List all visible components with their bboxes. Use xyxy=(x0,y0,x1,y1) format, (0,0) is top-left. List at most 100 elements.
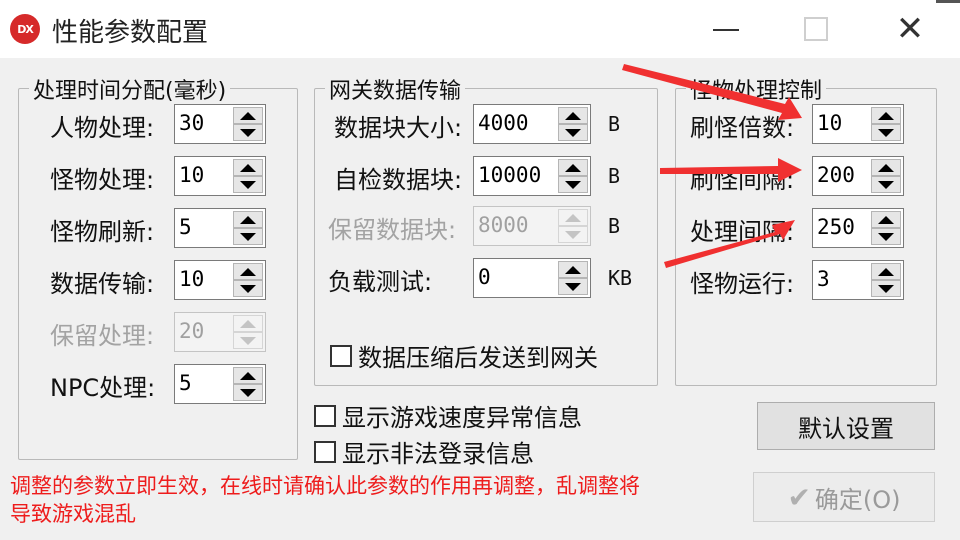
spin-down-icon[interactable] xyxy=(233,228,263,245)
spinner-value: 20 xyxy=(179,319,205,343)
spin-up-icon xyxy=(233,315,263,332)
self-check-block-spinner[interactable]: 10000 xyxy=(473,156,591,196)
spin-up-icon[interactable] xyxy=(233,263,263,280)
monster-processing-spinner[interactable]: 10 xyxy=(174,156,266,196)
spin-up-icon[interactable] xyxy=(871,263,901,280)
label-self-check-block: 自检数据块: xyxy=(334,166,463,194)
player-processing-spinner[interactable]: 30 xyxy=(174,104,266,144)
spinner-value: 8000 xyxy=(478,213,529,237)
group-title: 处理时间分配(毫秒) xyxy=(29,73,231,105)
spinner-value[interactable]: 0 xyxy=(478,265,491,289)
spin-up-icon[interactable] xyxy=(233,211,263,228)
spinner-value[interactable]: 10000 xyxy=(478,163,541,187)
button-label: 默认设置 xyxy=(798,414,894,443)
checkbox-label: 显示游戏速度异常信息 xyxy=(342,404,582,432)
title-bar: DX 性能参数配置 ✕ xyxy=(0,0,960,58)
spin-down-icon xyxy=(233,332,263,349)
checkbox-label: 显示非法登录信息 xyxy=(342,440,534,468)
warning-message: 调整的参数立即生效，在线时请确认此参数的作用再调整，乱调整将导致游戏混乱 xyxy=(10,474,640,526)
label-spawn-multiplier: 刷怪倍数: xyxy=(690,114,795,142)
spin-down-icon[interactable] xyxy=(871,124,901,141)
spin-down-icon[interactable] xyxy=(233,124,263,141)
label-monster-processing: 怪物处理: xyxy=(50,166,155,194)
monster-run-spinner[interactable]: 3 xyxy=(812,260,904,300)
label-monster-refresh: 怪物刷新: xyxy=(50,218,155,246)
spin-up-icon[interactable] xyxy=(233,367,263,384)
spinner-value[interactable]: 3 xyxy=(817,267,830,291)
spin-up-icon[interactable] xyxy=(558,107,588,124)
spinner-value[interactable]: 10 xyxy=(817,111,842,135)
spawn-interval-spinner[interactable]: 200 xyxy=(812,156,904,196)
unit-label: B xyxy=(608,164,621,188)
checkbox-box[interactable] xyxy=(314,404,336,427)
spin-up-icon[interactable] xyxy=(558,261,588,278)
spinner-value[interactable]: 10 xyxy=(179,163,204,187)
load-test-spinner[interactable]: 0 xyxy=(473,258,591,298)
spinner-value[interactable]: 30 xyxy=(179,111,204,135)
spin-down-icon[interactable] xyxy=(233,384,263,401)
group-title: 网关数据传输 xyxy=(325,73,466,105)
spin-up-icon xyxy=(558,209,588,226)
spin-up-icon[interactable] xyxy=(558,159,588,176)
spin-down-icon[interactable] xyxy=(871,176,901,193)
close-button[interactable]: ✕ xyxy=(880,8,940,50)
spin-up-icon[interactable] xyxy=(233,107,263,124)
spinner-value[interactable]: 200 xyxy=(817,163,855,187)
show-speed-anomaly-checkbox[interactable]: 显示游戏速度异常信息 xyxy=(314,398,582,433)
spawn-multiplier-spinner[interactable]: 10 xyxy=(812,104,904,144)
label-process-interval: 处理间隔: xyxy=(690,218,795,246)
unit-label: B xyxy=(608,112,621,136)
checkbox-box[interactable] xyxy=(314,440,336,463)
compress-to-gateway-checkbox[interactable]: 数据压缩后发送到网关 xyxy=(330,338,598,373)
window-title: 性能参数配置 xyxy=(52,18,209,48)
minimize-button[interactable] xyxy=(696,8,756,50)
process-interval-spinner[interactable]: 250 xyxy=(812,208,904,248)
label-player-processing: 人物处理: xyxy=(50,114,155,142)
unit-label: B xyxy=(608,214,621,238)
spin-up-icon[interactable] xyxy=(871,107,901,124)
checkbox-label: 数据压缩后发送到网关 xyxy=(358,344,598,372)
default-settings-button[interactable]: 默认设置 xyxy=(757,402,935,450)
label-monster-run: 怪物运行: xyxy=(690,270,795,298)
label-reserved-processing: 保留处理: xyxy=(50,322,155,350)
spin-down-icon[interactable] xyxy=(871,228,901,245)
data-transfer-spinner[interactable]: 10 xyxy=(174,260,266,300)
maximize-button xyxy=(786,8,846,50)
label-npc-processing: NPC处理: xyxy=(50,374,156,402)
label-spawn-interval: 刷怪间隔: xyxy=(690,166,795,194)
spin-down-icon[interactable] xyxy=(558,278,588,295)
spin-down-icon[interactable] xyxy=(233,280,263,297)
spin-up-icon[interactable] xyxy=(233,159,263,176)
maximize-icon xyxy=(804,17,828,41)
show-illegal-login-checkbox[interactable]: 显示非法登录信息 xyxy=(314,434,534,469)
app-icon: DX xyxy=(10,14,40,44)
label-load-test: 负载测试: xyxy=(328,268,433,296)
checkbox-box[interactable] xyxy=(330,344,352,367)
spin-down-icon[interactable] xyxy=(871,280,901,297)
spin-down-icon[interactable] xyxy=(233,176,263,193)
unit-label: KB xyxy=(608,266,633,290)
reserved-processing-spinner: 20 xyxy=(174,312,266,352)
group-title: 怪物处理控制 xyxy=(686,73,827,105)
background-edge xyxy=(936,0,960,3)
spin-up-icon[interactable] xyxy=(871,159,901,176)
spin-up-icon[interactable] xyxy=(871,211,901,228)
checkmark-icon: ✔ xyxy=(787,480,811,514)
spinner-value[interactable]: 5 xyxy=(179,371,192,395)
label-data-transfer: 数据传输: xyxy=(50,270,155,298)
spin-down-icon[interactable] xyxy=(558,176,588,193)
minimize-icon xyxy=(713,29,739,31)
block-size-spinner[interactable]: 4000 xyxy=(473,104,591,144)
spinner-value[interactable]: 250 xyxy=(817,215,855,239)
monster-refresh-spinner[interactable]: 5 xyxy=(174,208,266,248)
button-label: 确定(O) xyxy=(814,485,901,514)
confirm-button: ✔ 确定(O) xyxy=(753,472,935,522)
spin-down-icon[interactable] xyxy=(558,124,588,141)
label-block-size: 数据块大小: xyxy=(334,114,463,142)
spinner-value[interactable]: 4000 xyxy=(478,111,529,135)
spinner-value[interactable]: 5 xyxy=(179,215,192,239)
npc-processing-spinner[interactable]: 5 xyxy=(174,364,266,404)
spinner-value[interactable]: 10 xyxy=(179,267,204,291)
spin-down-icon xyxy=(558,226,588,243)
close-icon: ✕ xyxy=(895,9,925,49)
